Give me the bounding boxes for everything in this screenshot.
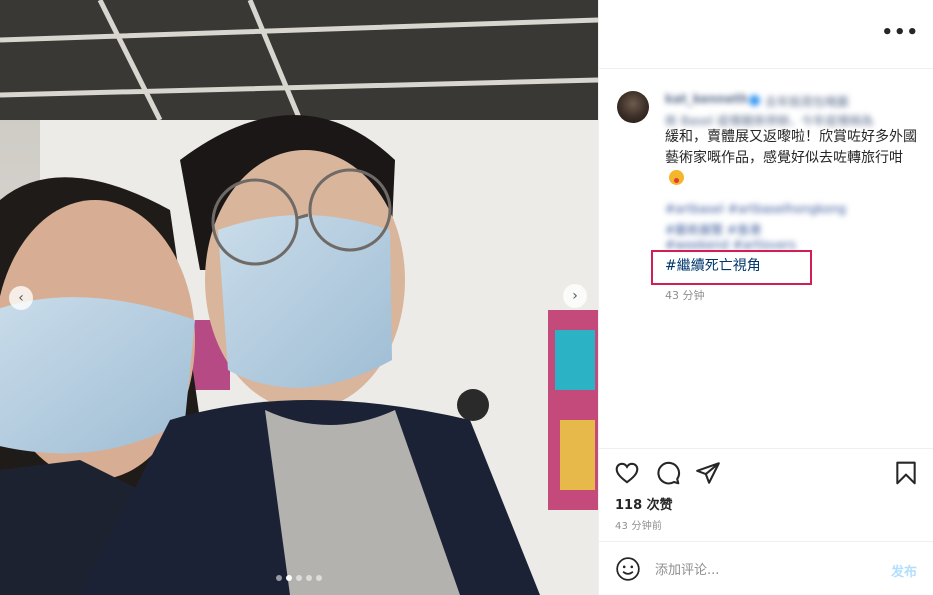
emoji-smile-icon[interactable] <box>615 556 641 582</box>
share-icon[interactable] <box>695 460 721 486</box>
carousel-dot <box>286 575 292 581</box>
comment-input[interactable] <box>655 560 875 580</box>
likes-count[interactable]: 118 次赞 <box>615 494 673 513</box>
carousel-dot <box>296 575 302 581</box>
username-link[interactable]: kat_kenneth <box>665 92 748 106</box>
hashtags-blurred[interactable]: #artbasel #artbaselhongkong <box>665 202 915 216</box>
carousel-prev-button[interactable]: ‹ <box>9 286 33 310</box>
caption-timestamp: 43 分钟 <box>665 289 705 302</box>
post-side-panel: ••• kat_kenneth 去年既荷包嘅藝 術 Basel 疫情關係停辦，今… <box>598 0 933 595</box>
caption-body: 緩和，賣體展又返嚟啦！欣賞咗好多外國藝術家嘅作品，感覺好似去咗轉旅行咁 <box>665 129 917 166</box>
carousel-dot <box>276 575 282 581</box>
caption-text: 緩和，賣體展又返嚟啦！欣賞咗好多外國藝術家嘅作品，感覺好似去咗轉旅行咁 <box>665 127 920 190</box>
selfie-image <box>0 0 598 595</box>
carousel-indicator <box>276 575 322 581</box>
caption-text-blurred: 去年既荷包嘅藝 <box>765 95 850 109</box>
divider <box>599 68 933 69</box>
face-with-tongue-icon <box>669 170 684 185</box>
divider <box>599 541 933 542</box>
carousel-next-button[interactable]: › <box>563 284 587 308</box>
comment-icon[interactable] <box>655 460 681 486</box>
divider <box>599 448 933 449</box>
verified-badge-icon <box>749 95 760 106</box>
bookmark-icon[interactable] <box>893 460 919 486</box>
carousel-dot <box>316 575 322 581</box>
post-timestamp[interactable]: 43 分钟前 <box>615 517 662 532</box>
more-options-button[interactable]: ••• <box>881 22 919 43</box>
carousel-dot <box>306 575 312 581</box>
post-photo[interactable]: ‹ › <box>0 0 598 595</box>
post-comment-button[interactable]: 发布 <box>891 561 917 580</box>
heart-icon[interactable] <box>614 460 640 486</box>
avatar[interactable] <box>617 91 649 123</box>
hashtags-blurred[interactable]: #藝術展覽 #香港 <box>665 221 915 238</box>
hashtag-link[interactable]: #繼續死亡視角 <box>665 255 761 275</box>
